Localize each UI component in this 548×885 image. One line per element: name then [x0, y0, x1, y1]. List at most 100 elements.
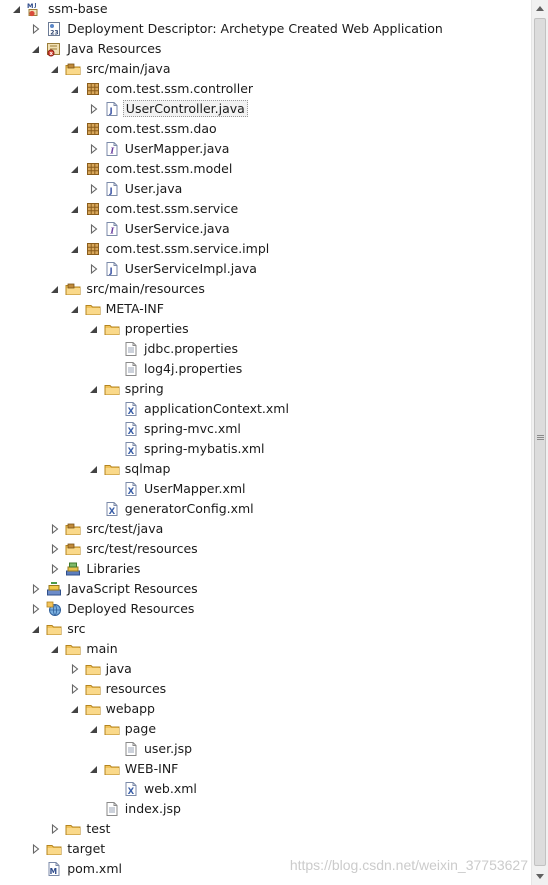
tree-node-jdbc-properties[interactable]: jdbc.properties — [0, 339, 531, 359]
tree-node-spring-mvc-xml[interactable]: Xspring-mvc.xml — [0, 419, 531, 439]
tree-node-com-test-ssm-controller[interactable]: com.test.ssm.controller — [0, 79, 531, 99]
collapsed-arrow-icon[interactable] — [89, 103, 99, 115]
tree-node-src-main-java[interactable]: src/main/java — [0, 59, 531, 79]
collapsed-arrow-icon[interactable] — [31, 843, 41, 855]
svg-text:I: I — [109, 226, 114, 236]
svg-text:J: J — [108, 187, 112, 196]
expanded-arrow-icon[interactable] — [89, 463, 99, 475]
collapsed-arrow-icon[interactable] — [70, 683, 80, 695]
tree-node-src-test-resources[interactable]: src/test/resources — [0, 539, 531, 559]
tree-node-com-test-ssm-service-impl[interactable]: com.test.ssm.service.impl — [0, 239, 531, 259]
collapsed-arrow-icon[interactable] — [89, 263, 99, 275]
collapsed-arrow-icon[interactable] — [50, 563, 60, 575]
tree-node-label: index.jsp — [124, 801, 181, 816]
collapsed-arrow-icon[interactable] — [50, 543, 60, 555]
tree-node-spring[interactable]: spring — [0, 379, 531, 399]
tree-node-web-inf[interactable]: WEB-INF — [0, 759, 531, 779]
package-icon — [85, 241, 101, 257]
package-icon — [85, 161, 101, 177]
collapsed-arrow-icon[interactable] — [70, 663, 80, 675]
collapsed-arrow-icon[interactable] — [89, 143, 99, 155]
tree-node-usercontroller-java[interactable]: J UserController.java — [0, 99, 531, 119]
expanded-arrow-icon[interactable] — [89, 723, 99, 735]
tree-node-com-test-ssm-service[interactable]: com.test.ssm.service — [0, 199, 531, 219]
expanded-arrow-icon[interactable] — [70, 163, 80, 175]
tree-node-deployment-descriptor-archetype-created-web-application[interactable]: 23 Deployment Descriptor: Archetype Creat… — [0, 19, 531, 39]
tree-node-label: resources — [105, 681, 167, 696]
java-file-icon: J — [104, 181, 120, 197]
tree-node-src-test-java[interactable]: src/test/java — [0, 519, 531, 539]
tree-node-usermapper-java[interactable]: I UserMapper.java — [0, 139, 531, 159]
expanded-arrow-icon[interactable] — [70, 303, 80, 315]
tree-node-java[interactable]: java — [0, 659, 531, 679]
scrollbar-thumb[interactable] — [534, 18, 546, 866]
tree-node-label: UserController.java — [122, 100, 248, 117]
folder-icon — [104, 321, 120, 337]
vertical-scrollbar[interactable] — [531, 0, 548, 885]
tree-node-user-java[interactable]: J User.java — [0, 179, 531, 199]
collapsed-arrow-icon[interactable] — [50, 523, 60, 535]
tree-node-main[interactable]: main — [0, 639, 531, 659]
tree-node-meta-inf[interactable]: META-INF — [0, 299, 531, 319]
expanded-arrow-icon[interactable] — [50, 283, 60, 295]
maven-web-project-icon: MJ — [27, 1, 43, 17]
expanded-arrow-icon[interactable] — [50, 63, 60, 75]
tree-node-label: jdbc.properties — [144, 341, 238, 356]
expanded-arrow-icon[interactable] — [70, 83, 80, 95]
collapsed-arrow-icon[interactable] — [89, 223, 99, 235]
expanded-arrow-icon[interactable] — [89, 763, 99, 775]
tree-node-user-jsp[interactable]: user.jsp — [0, 739, 531, 759]
tree-node-com-test-ssm-dao[interactable]: com.test.ssm.dao — [0, 119, 531, 139]
expanded-arrow-icon[interactable] — [50, 643, 60, 655]
tree-node-src[interactable]: src — [0, 619, 531, 639]
expanded-arrow-icon[interactable] — [70, 703, 80, 715]
tree-node-test[interactable]: test — [0, 819, 531, 839]
tree-node-resources[interactable]: resources — [0, 679, 531, 699]
svg-text:23: 23 — [50, 30, 58, 37]
expanded-arrow-icon[interactable] — [70, 123, 80, 135]
tree-node-deployed-resources[interactable]: Deployed Resources — [0, 599, 531, 619]
tree-node-com-test-ssm-model[interactable]: com.test.ssm.model — [0, 159, 531, 179]
expanded-arrow-icon[interactable] — [89, 323, 99, 335]
scroll-up-arrow-icon[interactable] — [536, 6, 544, 11]
collapsed-arrow-icon[interactable] — [50, 823, 60, 835]
expanded-arrow-icon[interactable] — [12, 3, 22, 15]
package-icon — [85, 81, 101, 97]
tree-node-userservice-java[interactable]: I UserService.java — [0, 219, 531, 239]
tree-node-properties[interactable]: properties — [0, 319, 531, 339]
expanded-arrow-icon[interactable] — [70, 203, 80, 215]
collapsed-arrow-icon[interactable] — [31, 603, 41, 615]
tree-node-applicationcontext-xml[interactable]: XapplicationContext.xml — [0, 399, 531, 419]
expanded-arrow-icon[interactable] — [31, 623, 41, 635]
expanded-arrow-icon[interactable] — [89, 383, 99, 395]
tree-node-src-main-resources[interactable]: src/main/resources — [0, 279, 531, 299]
source-folder-icon — [65, 521, 81, 537]
text-file-icon — [123, 741, 139, 757]
project-explorer-tree[interactable]: M Jssm-base 23 Deployment Descriptor: Arche… — [0, 0, 531, 885]
tree-node-log4j-properties[interactable]: log4j.properties — [0, 359, 531, 379]
tree-node-userserviceimpl-java[interactable]: J UserServiceImpl.java — [0, 259, 531, 279]
tree-node-index-jsp[interactable]: index.jsp — [0, 799, 531, 819]
tree-node-webapp[interactable]: webapp — [0, 699, 531, 719]
tree-node-page[interactable]: page — [0, 719, 531, 739]
tree-node-sqlmap[interactable]: sqlmap — [0, 459, 531, 479]
tree-node-libraries[interactable]: Libraries — [0, 559, 531, 579]
tree-node-javascript-resources[interactable]: JavaScript Resources — [0, 579, 531, 599]
svg-text:X: X — [128, 407, 135, 417]
expanded-arrow-icon[interactable] — [31, 43, 41, 55]
scroll-down-arrow-icon[interactable] — [536, 874, 544, 879]
collapsed-arrow-icon[interactable] — [31, 583, 41, 595]
tree-node-spring-mybatis-xml[interactable]: Xspring-mybatis.xml — [0, 439, 531, 459]
expanded-arrow-icon[interactable] — [70, 243, 80, 255]
svg-text:I: I — [109, 146, 114, 156]
collapsed-arrow-icon[interactable] — [31, 23, 41, 35]
tree-node-java-resources[interactable]: x Java Resources — [0, 39, 531, 59]
collapsed-arrow-icon[interactable] — [89, 183, 99, 195]
tree-node-ssm-base[interactable]: M Jssm-base — [0, 0, 531, 19]
tree-node-target[interactable]: target — [0, 839, 531, 859]
folder-icon — [46, 841, 62, 857]
tree-node-usermapper-xml[interactable]: X UserMapper.xml — [0, 479, 531, 499]
tree-node-web-xml[interactable]: Xweb.xml — [0, 779, 531, 799]
svg-text:X: X — [108, 507, 115, 517]
tree-node-generatorconfig-xml[interactable]: XgeneratorConfig.xml — [0, 499, 531, 519]
